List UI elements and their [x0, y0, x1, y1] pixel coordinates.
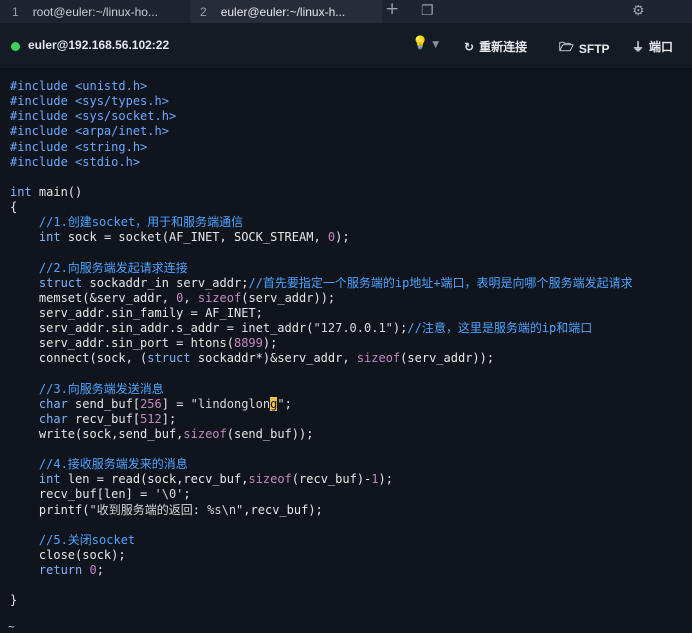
code-line: #include <unistd.h> — [10, 79, 148, 93]
vim-empty-line-marker: ~ — [8, 620, 15, 633]
code-line: #include <sys/types.h> — [10, 94, 169, 109]
code-string: "收到服务端的返回: %s\n" — [89, 502, 244, 517]
code-comment: //注意，这里是服务端的ip和端口 — [407, 321, 593, 335]
chevron-down-icon: ▼ — [432, 40, 440, 50]
sftp-label: SFTP — [578, 41, 610, 56]
code-line: connect(sock, (struct sockaddr*)&serv_ad… — [10, 351, 495, 366]
tab-root[interactable]: 1 root@euler:~/linux-ho... — [12, 0, 184, 23]
code-line: #include <arpa/inet.h> — [10, 124, 169, 139]
port-label: 端口 — [649, 40, 674, 54]
terminal-code-view[interactable]: #include <unistd.h> #include <sys/types.… — [10, 79, 633, 608]
code-line: serv_addr.sin_addr.s_addr = inet_addr("1… — [10, 321, 593, 335]
code-string: '\0' — [154, 487, 184, 502]
code-line: #include <sys/socket.h> — [10, 109, 177, 124]
code-line: struct sockaddr_in serv_addr;//首先要指定一个服务… — [38, 275, 633, 290]
sftp-button[interactable]: 🗁 SFTP — [559, 38, 610, 59]
code-comment: //2.向服务端发起请求连接 — [10, 260, 188, 275]
plus-icon[interactable]: + — [385, 1, 399, 18]
code-line: recv_buf[len] = '\0'; — [10, 487, 191, 502]
code-line: char send_buf[256] = "lindonglong"; — [38, 396, 292, 411]
tab-number: 2 — [200, 4, 207, 19]
refresh-icon: ↻ — [464, 39, 475, 54]
code-string: "127.0.0.1" — [313, 321, 393, 335]
code-line: write(sock,send_buf,sizeof(send_buf)); — [10, 426, 314, 441]
reconnect-label: 重新连接 — [479, 40, 528, 54]
folder-icon: 🗁 — [559, 40, 574, 54]
tab-number: 1 — [12, 4, 19, 19]
code-line: char recv_buf[512]; — [38, 411, 177, 426]
code-line: serv_addr.sin_family = AF_INET; — [10, 305, 263, 320]
code-line: #include <stdio.h> — [10, 154, 141, 169]
host-address: euler@192.168.56.102:22 — [28, 38, 170, 52]
code-line: } — [10, 593, 18, 608]
code-comment: //3.向服务端发送消息 — [10, 381, 164, 396]
code-line: int main() — [10, 184, 83, 199]
code-comment: //4.接收服务端发来的消息 — [10, 457, 188, 472]
code-comment: //1.创建socket，用于和服务端通信 — [10, 215, 244, 230]
tab-label: euler@euler:~/linux-h... — [220, 4, 346, 19]
reconnect-button[interactable]: ↻ 重新连接 — [464, 38, 527, 55]
code-line: close(sock); — [10, 547, 126, 562]
connection-bar: euler@192.168.56.102:22 💡 ▼ ↻ 重新连接 🗁 SFTP… — [0, 23, 692, 69]
lightbulb-icon[interactable]: 💡 ▼ — [412, 36, 439, 51]
code-comment: //首先要指定一个服务端的ip地址+端口，表明是向哪个服务端发起请求 — [248, 275, 633, 290]
code-line: memset(&serv_addr, 0, sizeof(serv_addr))… — [10, 290, 336, 305]
plug-icon: ⏚ — [632, 40, 645, 54]
tab-label: root@euler:~/linux-ho... — [32, 4, 158, 19]
code-line: #include <string.h> — [10, 139, 148, 154]
window-icon[interactable]: ❐ — [421, 4, 434, 18]
code-line: { — [10, 200, 18, 214]
code-line: serv_addr.sin_port = htons(8899); — [10, 336, 278, 351]
port-button[interactable]: ⏚ 端口 — [632, 38, 673, 55]
code-line: return 0; — [38, 563, 104, 577]
code-line: int len = read(sock,recv_buf,sizeof(recv… — [38, 472, 393, 487]
code-line: int sock = socket(AF_INET, SOCK_STREAM, … — [38, 230, 350, 245]
code-line: printf("收到服务端的返回: %s\n",recv_buf); — [10, 502, 323, 517]
tab-euler[interactable]: 2 euler@euler:~/linux-h... — [190, 0, 382, 23]
status-online-icon — [11, 42, 20, 51]
code-string: "lindonglon — [190, 396, 271, 411]
gear-icon[interactable]: ⚙ — [632, 4, 645, 18]
code-comment: //5.关闭socket — [10, 532, 136, 547]
tab-bar: 1 root@euler:~/linux-ho... 2 euler@euler… — [0, 0, 692, 23]
code-string: " — [277, 396, 285, 411]
